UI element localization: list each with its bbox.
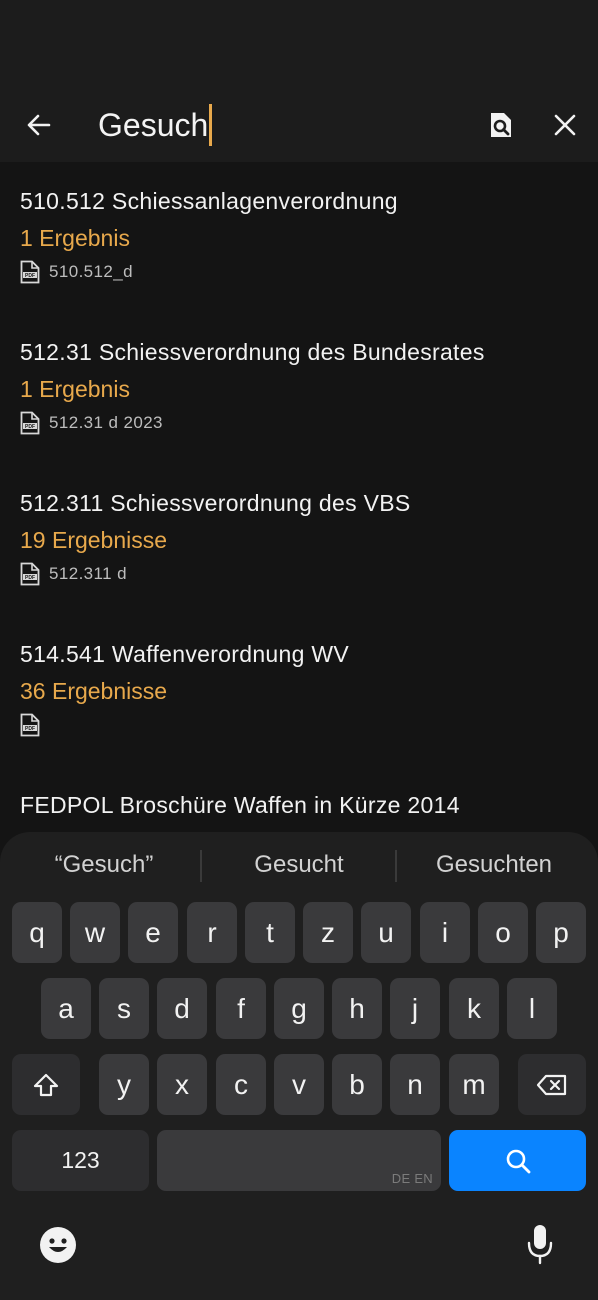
key-i[interactable]: i (420, 902, 470, 963)
key-c[interactable]: c (216, 1054, 266, 1115)
result-item[interactable]: 510.512 Schiessanlagenverordnung 1 Ergeb… (20, 186, 580, 284)
result-count: 1 Ergebnis (20, 376, 130, 402)
result-file-name: 512.31 d 2023 (49, 413, 163, 432)
svg-text:PDF: PDF (25, 726, 35, 732)
result-item[interactable]: 514.541 Waffenverordnung WV 36 Ergebniss… (20, 639, 580, 737)
key-v[interactable]: v (274, 1054, 324, 1115)
result-file-name: 510.512_d (49, 262, 133, 281)
keyboard-suggestion-bar: “Gesuch” Gesucht Gesuchten (0, 832, 598, 898)
svg-text:PDF: PDF (25, 575, 35, 581)
key-d[interactable]: d (157, 978, 207, 1039)
key-e[interactable]: e (128, 902, 178, 963)
result-file-name: 512.311 d (49, 564, 127, 583)
shift-icon (33, 1073, 59, 1096)
pdf-file-icon: PDF (20, 713, 40, 737)
backspace-icon (536, 1074, 567, 1095)
suggestion-item[interactable]: Gesucht (201, 848, 397, 882)
space-language-hint: DE EN (391, 1171, 433, 1186)
result-file[interactable]: PDF 510.512_d (20, 260, 580, 284)
key-p[interactable]: p (536, 902, 586, 963)
document-search-icon (491, 113, 511, 137)
key-u[interactable]: u (361, 902, 411, 963)
suggestion-item[interactable]: “Gesuch” (6, 848, 202, 882)
microphone-button[interactable] (522, 1221, 558, 1267)
screen: Gesuch 510.512 Schiessanlagenverordnung … (0, 0, 598, 1300)
numbers-key[interactable]: 123 (12, 1130, 149, 1191)
status-bar (0, 0, 598, 90)
key-a[interactable]: a (41, 978, 91, 1039)
search-results-list: 510.512 Schiessanlagenverordnung 1 Ergeb… (0, 162, 598, 832)
result-title: 512.31 Schiessverordnung des Bundesrates (20, 339, 485, 365)
result-title: 512.311 Schiessverordnung des VBS (20, 490, 411, 516)
key-y[interactable]: y (99, 1054, 149, 1115)
svg-text:PDF: PDF (25, 424, 35, 430)
key-b[interactable]: b (332, 1054, 382, 1115)
search-key[interactable] (449, 1130, 586, 1191)
key-h[interactable]: h (332, 978, 382, 1039)
key-t[interactable]: t (245, 902, 295, 963)
key-w[interactable]: w (70, 902, 120, 963)
key-m[interactable]: m (449, 1054, 499, 1115)
suggestion-item[interactable]: Gesuchten (396, 848, 592, 882)
key-f[interactable]: f (216, 978, 266, 1039)
search-input[interactable]: Gesuch (98, 100, 458, 150)
close-search-button[interactable] (544, 104, 586, 146)
svg-text:PDF: PDF (25, 273, 35, 279)
result-title: 514.541 Waffenverordnung WV (20, 641, 350, 667)
key-j[interactable]: j (390, 978, 440, 1039)
microphone-icon (527, 1225, 553, 1265)
emoji-icon (40, 1227, 76, 1263)
result-title: 510.512 Schiessanlagenverordnung (20, 188, 398, 214)
key-l[interactable]: l (507, 978, 557, 1039)
shift-key[interactable] (12, 1054, 80, 1115)
search-header: Gesuch (0, 90, 598, 162)
result-file[interactable]: PDF (20, 713, 580, 737)
text-caret (209, 104, 213, 146)
close-icon (554, 114, 576, 136)
result-count: 19 Ergebnisse (20, 527, 168, 553)
key-n[interactable]: n (390, 1054, 440, 1115)
space-key[interactable]: DE EN (157, 1130, 441, 1191)
on-screen-keyboard: “Gesuch” Gesucht Gesuchten q w e r t z u… (0, 832, 598, 1300)
key-x[interactable]: x (157, 1054, 207, 1115)
search-input-value: Gesuch (98, 106, 209, 143)
key-k[interactable]: k (449, 978, 499, 1039)
result-item[interactable]: 512.311 Schiessverordnung des VBS 19 Erg… (20, 488, 580, 586)
pdf-file-icon: PDF (20, 562, 40, 586)
key-z[interactable]: z (303, 902, 353, 963)
pdf-file-icon: PDF (20, 260, 40, 284)
backspace-key[interactable] (518, 1054, 586, 1115)
key-g[interactable]: g (274, 978, 324, 1039)
emoji-button[interactable] (38, 1225, 78, 1265)
result-file[interactable]: PDF 512.311 d (20, 562, 580, 586)
search-icon (506, 1149, 530, 1173)
result-count: 36 Ergebnisse (20, 678, 168, 704)
result-title: FEDPOL Broschüre Waffen in Kürze 2014 (20, 792, 460, 818)
result-item[interactable]: 512.31 Schiessverordnung des Bundesrates… (20, 337, 580, 435)
pdf-file-icon: PDF (20, 411, 40, 435)
result-item[interactable]: FEDPOL Broschüre Waffen in Kürze 2014 (20, 790, 580, 820)
search-in-document-button[interactable] (480, 104, 522, 146)
key-s[interactable]: s (99, 978, 149, 1039)
key-o[interactable]: o (478, 902, 528, 963)
key-r[interactable]: r (187, 902, 237, 963)
key-q[interactable]: q (12, 902, 62, 963)
result-count: 1 Ergebnis (20, 225, 130, 251)
arrow-left-icon (27, 114, 51, 136)
result-file[interactable]: PDF 512.31 d 2023 (20, 411, 580, 435)
back-button[interactable] (18, 104, 60, 146)
